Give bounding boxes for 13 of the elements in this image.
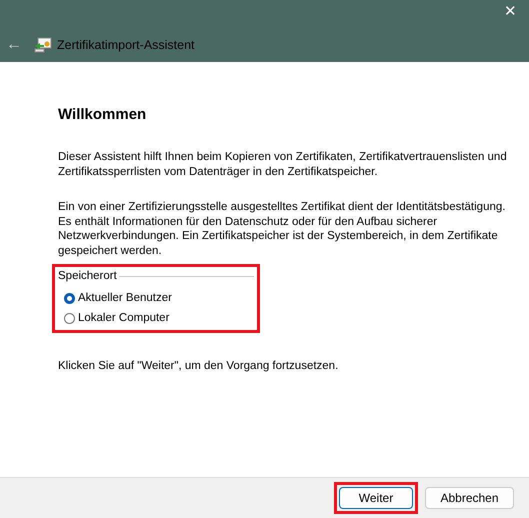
dialog-button[interactable]: Weiter [339, 487, 413, 509]
radio-button[interactable] [64, 292, 75, 304]
page-heading: Willkommen [58, 106, 148, 123]
back-button[interactable]: ← [4, 36, 24, 54]
window-title: Zertifikatimport-Assistent [57, 38, 195, 52]
dialog-button[interactable]: Abbrechen [425, 487, 514, 509]
certificate-icon [34, 37, 52, 53]
close-button[interactable]: ✕ [492, 0, 529, 24]
radio-button[interactable] [64, 312, 75, 324]
hint-text: Klicken Sie auf "Weiter", um den Vorgang fortzusetzen. [58, 360, 340, 372]
description-text: Dieser Assistent hilft Ihnen beim Kopieren von Zertifikaten, Zertifikatvertrauenslisten und Zertifikatssperrlisten vom Datenträger in den Zertifikatspeicher. [58, 150, 508, 179]
description-text: Ein von einer Zertifizierungsstelle ausgestelltes Zertifikat dient der Identitätsbestätigung. Es enthält Informationen für den Datenschutz oder für den Aufbau sicherer Netzwerkverbindungen. Ein Zertifikatspeicher ist der Systembereich, in dem Zertifikate gespeichert werden. [58, 200, 506, 258]
group-label: Speicherort [57, 270, 118, 282]
